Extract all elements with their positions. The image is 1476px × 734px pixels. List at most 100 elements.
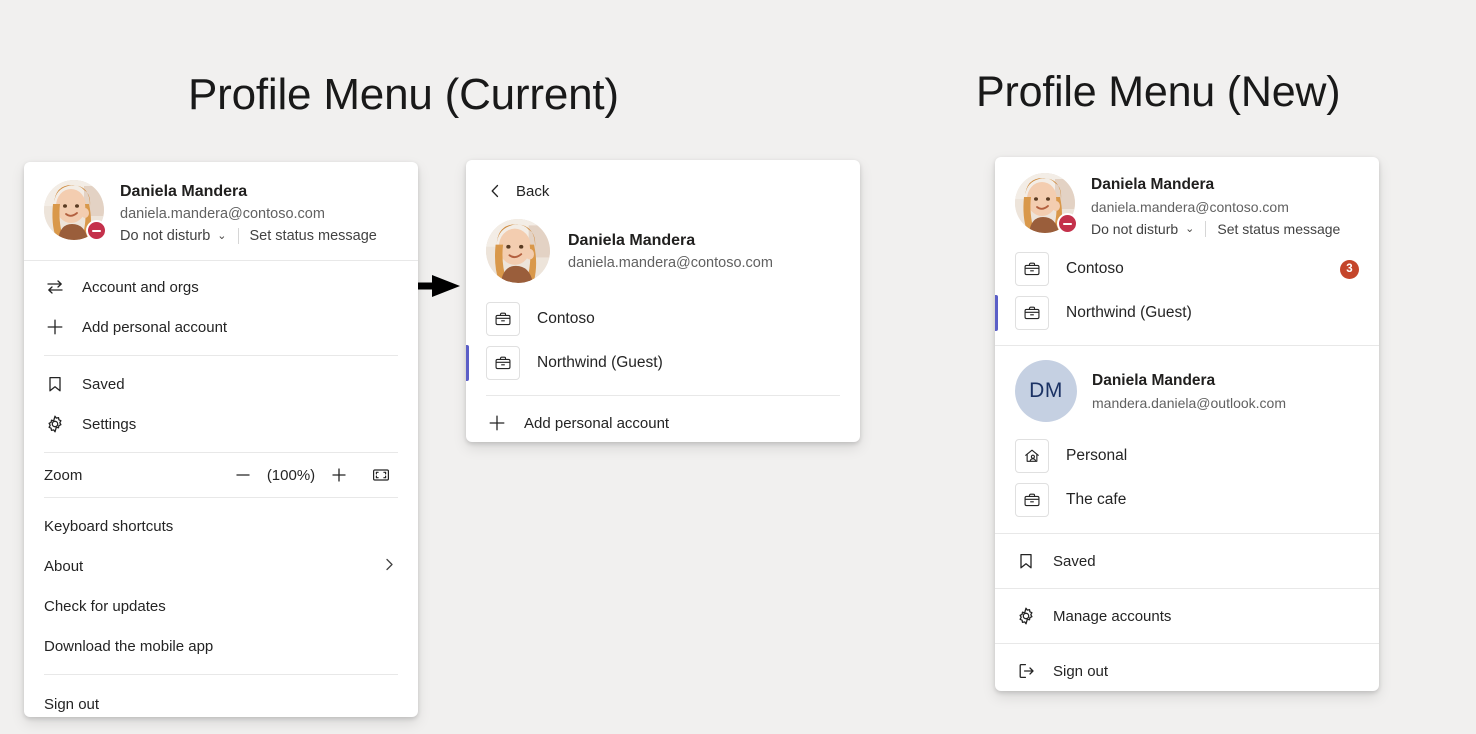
work-account-header: Daniela Mandera daniela.mandera@contoso.… bbox=[995, 157, 1379, 247]
menu-item-label: Sign out bbox=[44, 695, 100, 713]
menu-item-sign-out[interactable]: Sign out bbox=[995, 651, 1379, 691]
plus-icon bbox=[486, 412, 508, 434]
page-title-current: Profile Menu (Current) bbox=[188, 70, 619, 119]
menu-item-label: Sign out bbox=[1053, 662, 1109, 680]
org-item-northwind-guest[interactable]: Northwind (Guest) bbox=[995, 291, 1379, 335]
status-row: Do not disturb ⌄ Set status message bbox=[1091, 221, 1340, 237]
menu-item-label: Saved bbox=[82, 375, 125, 393]
menu-item-check-for-updates[interactable]: Check for updates bbox=[24, 586, 418, 626]
briefcase-icon bbox=[1015, 483, 1049, 517]
profile-email: daniela.mandera@contoso.com bbox=[1091, 199, 1289, 215]
personal-account-header: DM Daniela Mandera mandera.daniela@outlo… bbox=[995, 346, 1379, 434]
org-label: Personal bbox=[1066, 447, 1128, 464]
org-label: Northwind (Guest) bbox=[537, 354, 663, 371]
menu-item-saved[interactable]: Saved bbox=[995, 541, 1379, 581]
avatar-photo bbox=[486, 219, 550, 283]
menu-item-label: Add personal account bbox=[524, 414, 670, 432]
presence-badge-do-not-disturb bbox=[1057, 213, 1078, 234]
menu-item-label: About bbox=[44, 557, 84, 575]
zoom-in-button[interactable] bbox=[322, 460, 356, 490]
profile-email: daniela.mandera@contoso.com bbox=[568, 254, 773, 271]
profile-menu-new-panel: Daniela Mandera daniela.mandera@contoso.… bbox=[995, 157, 1379, 691]
briefcase-icon bbox=[486, 302, 520, 336]
home-person-icon bbox=[1015, 439, 1049, 473]
gear-icon bbox=[1015, 605, 1037, 627]
menu-item-manage-accounts[interactable]: Manage accounts bbox=[995, 596, 1379, 636]
plus-icon bbox=[44, 316, 66, 338]
menu-item-settings[interactable]: Settings bbox=[24, 404, 418, 444]
zoom-level-value: (100%) bbox=[266, 466, 316, 484]
menu-item-about[interactable]: About bbox=[24, 546, 418, 586]
chevron-left-icon bbox=[486, 182, 510, 200]
chevron-down-icon[interactable]: ⌄ bbox=[1185, 223, 1194, 235]
zoom-label: Zoom bbox=[44, 466, 83, 484]
bookmark-icon bbox=[1015, 550, 1037, 572]
status-divider bbox=[1205, 221, 1207, 237]
menu-item-label: Add personal account bbox=[82, 318, 228, 336]
profile-text: Daniela Mandera daniela.mandera@contoso.… bbox=[1091, 173, 1340, 237]
profile-name: Daniela Mandera bbox=[1091, 176, 1215, 193]
profile-email: daniela.mandera@contoso.com bbox=[120, 206, 325, 222]
zoom-row: Zoom (100%) bbox=[24, 453, 418, 497]
org-label: Contoso bbox=[537, 310, 595, 327]
briefcase-icon bbox=[1015, 252, 1049, 286]
set-status-message-button[interactable]: Set status message bbox=[250, 228, 377, 244]
org-item-contoso[interactable]: Contoso 3 bbox=[995, 247, 1379, 291]
back-label: Back bbox=[516, 182, 550, 200]
presence-badge-do-not-disturb bbox=[86, 220, 107, 241]
menu-item-label: Download the mobile app bbox=[44, 637, 214, 655]
avatar[interactable] bbox=[1015, 173, 1078, 234]
menu-item-label: Keyboard shortcuts bbox=[44, 517, 174, 535]
profile-text: Daniela Mandera mandera.daniela@outlook.… bbox=[1092, 368, 1286, 414]
org-label: Contoso bbox=[1066, 260, 1124, 277]
switch-accounts-icon bbox=[44, 276, 66, 298]
set-status-message-button[interactable]: Set status message bbox=[1217, 221, 1340, 237]
org-item-contoso[interactable]: Contoso bbox=[466, 297, 860, 341]
profile-menu-current-panel: Daniela Mandera daniela.mandera@contoso.… bbox=[24, 162, 418, 717]
menu-item-label: Settings bbox=[82, 415, 137, 433]
menu-item-account-and-orgs[interactable]: Account and orgs bbox=[24, 267, 418, 307]
profile-name: Daniela Mandera bbox=[1092, 372, 1216, 389]
profile-email: mandera.daniela@outlook.com bbox=[1092, 395, 1286, 411]
briefcase-icon bbox=[1015, 296, 1049, 330]
chevron-right-icon bbox=[381, 556, 398, 576]
status-divider bbox=[237, 228, 239, 244]
presence-status-label[interactable]: Do not disturb bbox=[120, 228, 210, 244]
org-label: Northwind (Guest) bbox=[1066, 304, 1192, 321]
menu-item-label: Check for updates bbox=[44, 597, 166, 615]
avatar-portrait-icon bbox=[486, 219, 550, 283]
zoom-controls: (100%) bbox=[226, 460, 398, 490]
avatar-initials[interactable]: DM bbox=[1015, 360, 1077, 422]
menu-item-sign-out[interactable]: Sign out bbox=[24, 684, 418, 717]
unread-count-badge: 3 bbox=[1340, 259, 1359, 279]
switcher-profile-header: Daniela Mandera daniela.mandera@contoso.… bbox=[466, 213, 860, 297]
status-row: Do not disturb ⌄ Set status message bbox=[120, 228, 377, 244]
profile-text: Daniela Mandera daniela.mandera@contoso.… bbox=[120, 180, 377, 244]
menu-item-label: Account and orgs bbox=[82, 278, 199, 296]
profile-name: Daniela Mandera bbox=[568, 231, 696, 249]
page-title-new: Profile Menu (New) bbox=[976, 68, 1341, 116]
briefcase-icon bbox=[486, 346, 520, 380]
menu-item-saved[interactable]: Saved bbox=[24, 364, 418, 404]
avatar[interactable] bbox=[486, 219, 550, 283]
org-item-northwind-guest[interactable]: Northwind (Guest) bbox=[466, 341, 860, 385]
presence-status-label[interactable]: Do not disturb bbox=[1091, 221, 1178, 237]
menu-item-add-personal-account[interactable]: Add personal account bbox=[24, 307, 418, 347]
fullscreen-button[interactable] bbox=[364, 460, 398, 490]
account-switcher-panel: Back Daniela Mandera daniela.mandera@con… bbox=[466, 160, 860, 442]
org-label: The cafe bbox=[1066, 491, 1127, 508]
profile-name: Daniela Mandera bbox=[120, 183, 248, 200]
chevron-down-icon[interactable]: ⌄ bbox=[217, 230, 226, 242]
menu-item-add-personal-account[interactable]: Add personal account bbox=[466, 403, 860, 442]
gear-icon bbox=[44, 413, 66, 435]
avatar[interactable] bbox=[44, 180, 107, 241]
org-item-personal[interactable]: Personal bbox=[995, 434, 1379, 478]
profile-header: Daniela Mandera daniela.mandera@contoso.… bbox=[24, 162, 418, 260]
back-button[interactable]: Back bbox=[466, 169, 860, 213]
zoom-out-button[interactable] bbox=[226, 460, 260, 490]
menu-item-label: Saved bbox=[1053, 552, 1096, 570]
menu-item-keyboard-shortcuts[interactable]: Keyboard shortcuts bbox=[24, 506, 418, 546]
menu-item-download-mobile-app[interactable]: Download the mobile app bbox=[24, 626, 418, 666]
org-item-the-cafe[interactable]: The cafe bbox=[995, 478, 1379, 522]
bookmark-icon bbox=[44, 373, 66, 395]
